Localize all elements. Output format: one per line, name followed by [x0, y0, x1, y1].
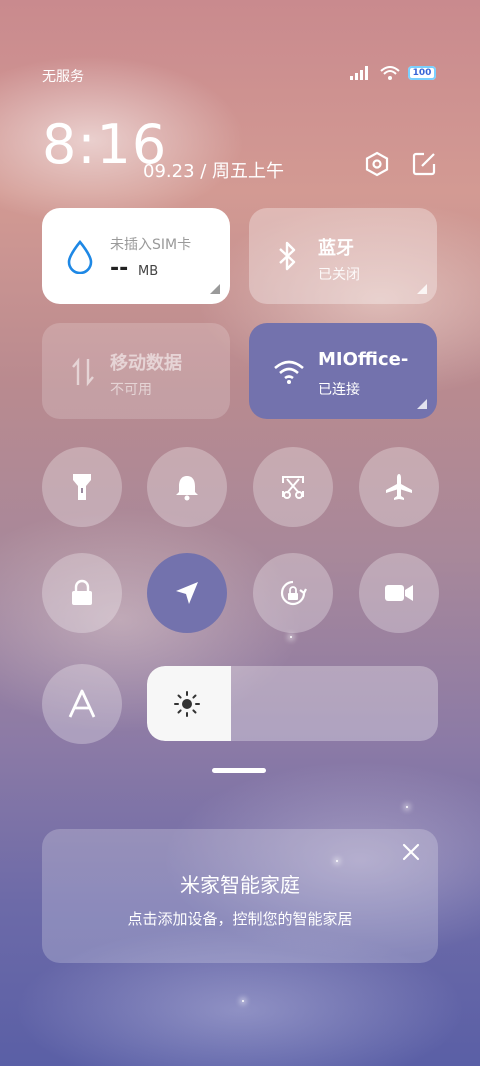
- drag-handle[interactable]: [212, 768, 266, 773]
- sim-data-tile[interactable]: 未插入SIM卡 -- MB: [42, 208, 230, 304]
- bell-icon: [176, 476, 198, 501]
- sparkle-decoration: [290, 636, 292, 638]
- ring-toggle[interactable]: [147, 447, 227, 527]
- wifi-icon: [274, 360, 304, 384]
- signal-icon: [350, 66, 368, 80]
- wifi-tile[interactable]: MIOffice- 已连接: [249, 323, 437, 419]
- sim-tile-title: 未插入SIM卡: [110, 237, 192, 253]
- mobile-data-tile[interactable]: 移动数据 不可用: [42, 323, 230, 419]
- font-size-toggle[interactable]: [42, 664, 122, 744]
- screen-record-toggle[interactable]: [359, 553, 439, 633]
- expand-corner-icon: [417, 284, 427, 294]
- flashlight-icon: [73, 474, 91, 500]
- water-drop-icon: [67, 240, 93, 274]
- lock-icon: [72, 579, 92, 605]
- wifi-network-name: MIOffice-: [318, 349, 409, 370]
- bluetooth-title: 蓝牙: [318, 238, 354, 259]
- expand-corner-icon: [210, 284, 220, 294]
- mobile-data-status: 不可用: [110, 382, 152, 398]
- sim-data-value: --: [110, 256, 129, 281]
- location-toggle[interactable]: [147, 553, 227, 633]
- status-icons: 100: [350, 66, 436, 80]
- screenshot-toggle[interactable]: [253, 447, 333, 527]
- carrier-status: 无服务: [42, 69, 84, 85]
- bluetooth-tile[interactable]: 蓝牙 已关闭: [249, 208, 437, 304]
- brightness-slider[interactable]: [147, 666, 438, 741]
- sim-data-unit: MB: [138, 264, 159, 279]
- video-camera-icon: [385, 585, 413, 601]
- sparkle-decoration: [242, 1000, 244, 1002]
- smart-home-card[interactable]: 米家智能家庭 点击添加设备，控制您的智能家居: [42, 829, 438, 963]
- sparkle-decoration: [406, 806, 408, 808]
- clock-date: 09.23 / 周五上午: [143, 161, 285, 182]
- scissors-icon: [282, 476, 304, 499]
- wifi-icon: [380, 66, 400, 80]
- settings-hexagon-icon[interactable]: [363, 150, 391, 178]
- airplane-icon: [386, 474, 412, 500]
- bluetooth-icon: [279, 241, 296, 271]
- close-icon[interactable]: [400, 841, 422, 863]
- wifi-status: 已连接: [318, 382, 360, 398]
- expand-corner-icon: [417, 399, 427, 409]
- lock-screen-toggle[interactable]: [42, 553, 122, 633]
- airplane-toggle[interactable]: [359, 447, 439, 527]
- mobile-data-title: 移动数据: [110, 353, 182, 374]
- flashlight-toggle[interactable]: [42, 447, 122, 527]
- battery-icon: 100: [408, 66, 436, 80]
- edit-icon[interactable]: [410, 150, 438, 178]
- smart-home-title: 米家智能家庭: [180, 873, 300, 897]
- smart-home-subtitle: 点击添加设备，控制您的智能家居: [127, 910, 353, 928]
- bluetooth-status: 已关闭: [318, 267, 360, 283]
- location-arrow-icon: [176, 582, 198, 604]
- letter-a-icon: [68, 689, 96, 718]
- rotation-lock-icon: [280, 580, 307, 606]
- mobile-data-icon: [72, 357, 94, 387]
- sun-icon: [174, 691, 200, 717]
- rotation-lock-toggle[interactable]: [253, 553, 333, 633]
